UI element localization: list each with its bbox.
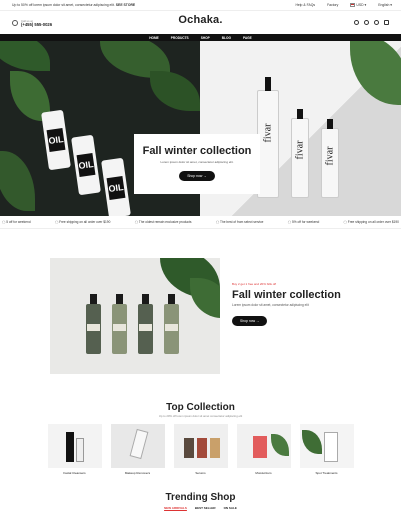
category-card[interactable]: Spot Treatments [299,424,354,475]
nav-shop[interactable]: SHOP [201,36,210,40]
hero-shop-now-button[interactable]: Shop now → [179,171,215,181]
ticker-item: 5 off for weekend [2,220,30,224]
feature-text: Buy 2 get 1 free and 20% bills off Fall … [232,282,341,327]
phone-icon [12,19,18,26]
flag-icon [350,3,356,7]
ticker-item: The best of from select service [216,220,263,224]
ticker-item: 5% off for weekend [288,220,319,224]
feature-subtitle: Lorem ipsum dolor sit amet, consectetur … [232,303,309,307]
help-link[interactable]: Help & FAQs [295,3,315,7]
contact-phone: Call us at (+455) 555-0026 [12,19,52,27]
wishlist-icon[interactable] [374,20,379,25]
nav-page[interactable]: PAGE [243,36,252,40]
category-list: Facial Cleansers Makeup Removers Serums … [0,424,401,475]
feature-section: Buy 2 get 1 free and 20% bills off Fall … [0,229,401,374]
ticker-item: Free shipping on all order over $190 [55,220,110,224]
top-collection-subtitle: Up to 20% off lorem ipsum dolor sit amet… [158,414,243,418]
site-logo[interactable]: Ochaka. [178,14,222,26]
cart-icon[interactable] [384,20,389,25]
hero-banner: OIL OIL OIL fivar fivar fivar Fall winte… [0,41,401,216]
feature-image [50,258,220,374]
top-collection-title: Top Collection [166,402,235,413]
feature-tag: Buy 2 get 1 free and 20% bills off [232,282,276,286]
tab-new-arrivals[interactable]: NEW ARRIVALS [164,506,187,510]
category-card[interactable]: Facial Cleansers [47,424,102,475]
category-card[interactable]: Makeup Removers [110,424,165,475]
nav-home[interactable]: HOME [149,36,159,40]
trending-tabs: NEW ARRIVALS BEST SELLER ON SALE [0,506,401,510]
promo-text: Up to 50% off lorem ipsum dolor sit amet… [12,3,115,7]
main-nav: HOME PRODUCTS SHOP BLOG PAGE [0,34,401,41]
category-card[interactable]: Moisturizers [236,424,291,475]
ticker-item: Free shipping on all order over $190 [344,220,399,224]
currency-select[interactable]: USD ▾ [350,3,366,7]
nav-blog[interactable]: BLOG [222,36,231,40]
feature-title: Fall winter collection [232,289,341,301]
see-link[interactable]: SEE [116,3,123,7]
top-bar: Up to 50% off lorem ipsum dolor sit amet… [0,0,401,10]
nav-products[interactable]: PRODUCTS [171,36,189,40]
tab-on-sale[interactable]: ON SALE [224,506,237,510]
hero-card: Fall winter collection Lorem ipsum dolor… [134,134,260,194]
hero-title: Fall winter collection [142,145,252,157]
header: Call us at (+455) 555-0026 Ochaka. [0,10,401,34]
category-card[interactable]: Serums [173,424,228,475]
ticker-item: The oldest remain exclusive products [135,220,192,224]
hero-subtitle: Lorem ipsum dolor sit amet, consectetur … [160,160,234,164]
language-select[interactable]: English ▾ [378,3,392,7]
account-icon[interactable] [354,20,359,25]
trending-title: Trending Shop [165,492,236,503]
search-icon[interactable] [364,20,369,25]
factory-link[interactable]: Factory [327,3,338,7]
phone-number: (+455) 555-0026 [21,21,53,27]
feature-shop-now-button[interactable]: Shop now → [232,316,268,326]
store-link[interactable]: STORE [124,3,136,7]
promo-ticker: 5 off for weekend Free shipping on all o… [0,216,401,229]
tab-best-seller[interactable]: BEST SELLER [195,506,216,510]
